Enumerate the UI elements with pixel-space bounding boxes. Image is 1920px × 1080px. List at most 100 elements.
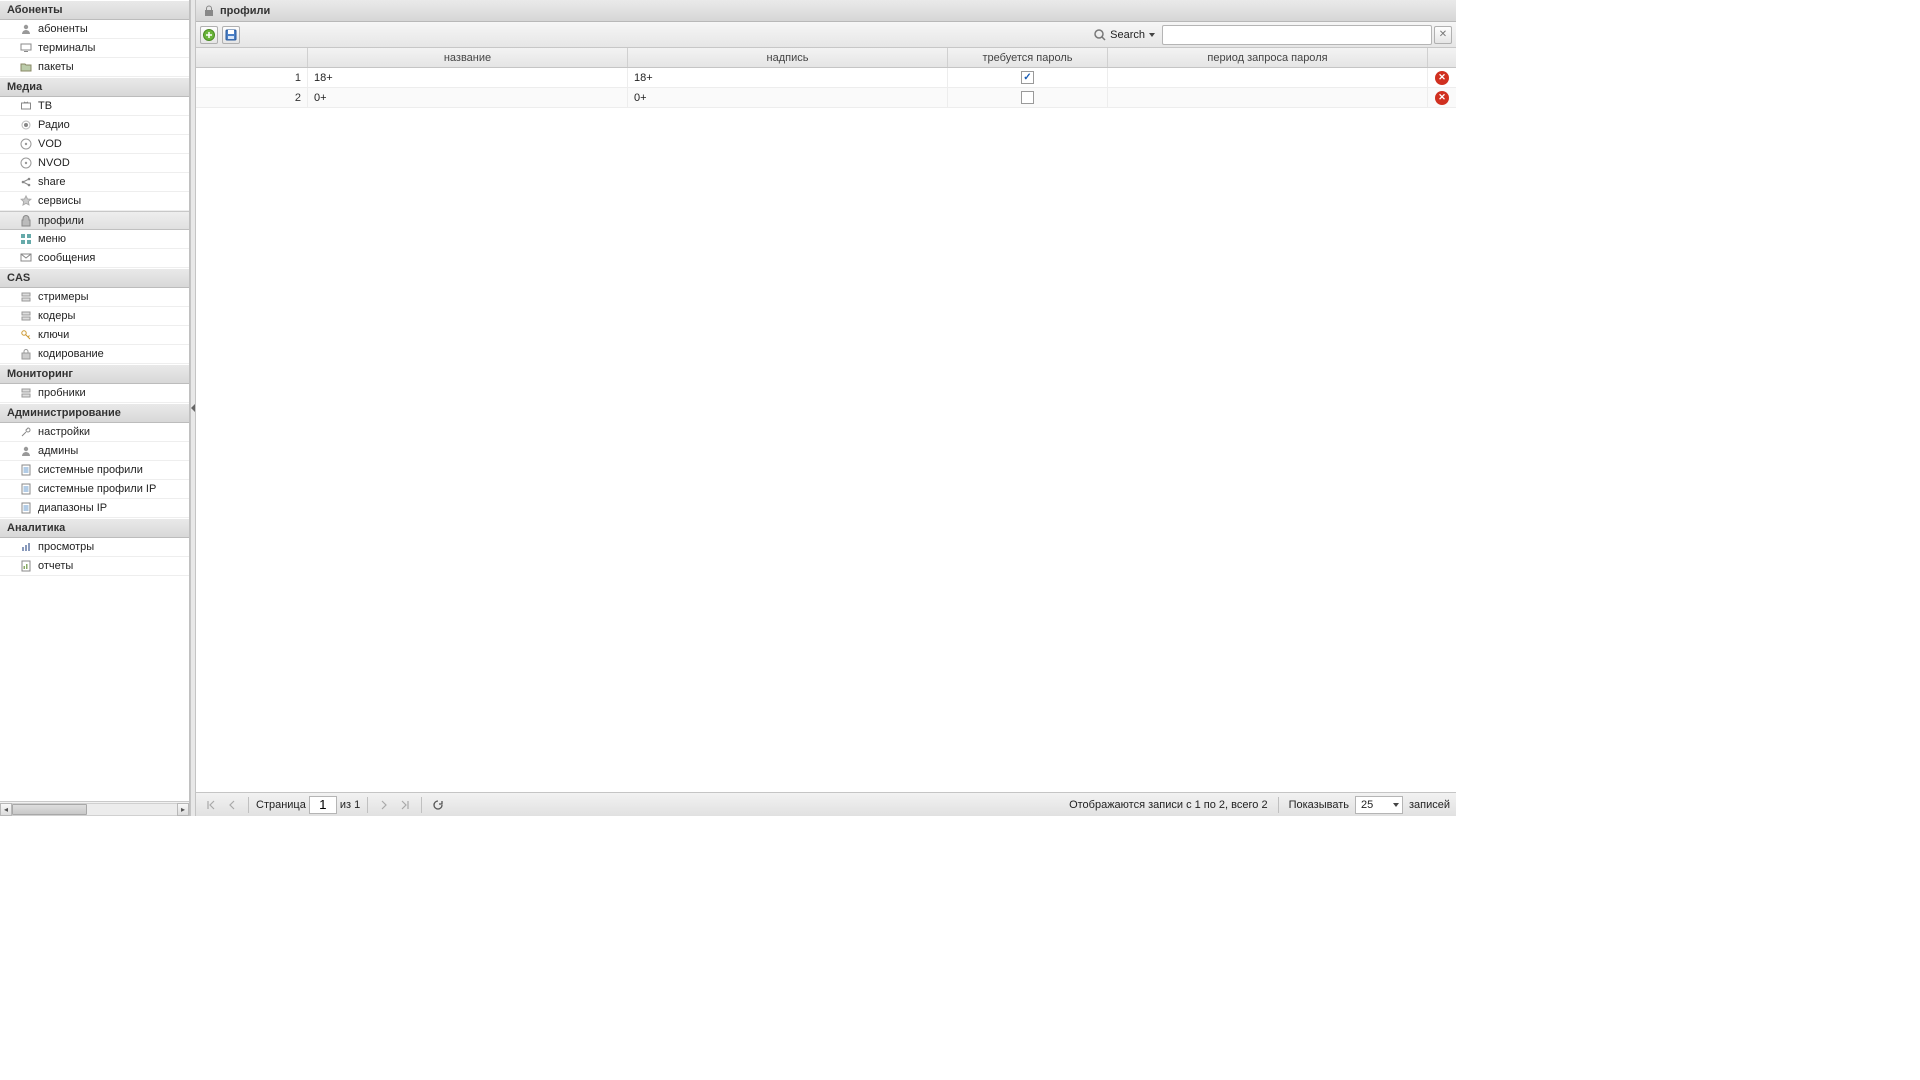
col-number[interactable] bbox=[196, 48, 308, 67]
cell-name[interactable]: 18+ bbox=[308, 68, 628, 87]
sidebar-item[interactable]: Радио bbox=[0, 116, 189, 135]
sidebar-item[interactable]: профили bbox=[0, 211, 189, 230]
save-button[interactable] bbox=[222, 26, 240, 44]
sidebar-item[interactable]: ключи bbox=[0, 326, 189, 345]
server-icon bbox=[18, 385, 34, 401]
chevron-down-icon bbox=[1393, 803, 1399, 807]
cell-name[interactable]: 0+ bbox=[308, 88, 628, 107]
sidebar-item[interactable]: абоненты bbox=[0, 20, 189, 39]
grid-body: 118+18+✕20+0+✕ bbox=[196, 68, 1456, 792]
msg-icon bbox=[18, 250, 34, 266]
sidebar-item[interactable]: админы bbox=[0, 442, 189, 461]
sidebar-item[interactable]: кодеры bbox=[0, 307, 189, 326]
checkbox[interactable] bbox=[1021, 91, 1034, 104]
scroll-right-button[interactable]: ▸ bbox=[177, 803, 189, 816]
delete-button[interactable]: ✕ bbox=[1435, 91, 1449, 105]
page-input[interactable] bbox=[309, 796, 337, 814]
sidebar-item[interactable]: VOD bbox=[0, 135, 189, 154]
page-size-select[interactable]: 25 bbox=[1355, 796, 1403, 814]
sidebar-item[interactable]: диапазоны IP bbox=[0, 499, 189, 518]
search-input[interactable] bbox=[1162, 25, 1432, 45]
sidebar-item[interactable]: сервисы bbox=[0, 192, 189, 211]
last-page-button[interactable] bbox=[396, 796, 414, 814]
sidebar: Абоненты абоненты терминалы пакеты МедиаТВРа… bbox=[0, 0, 190, 816]
lock-icon bbox=[18, 213, 34, 229]
sidebar-item-label: пакеты bbox=[38, 61, 185, 73]
sidebar-item-label: диапазоны IP bbox=[38, 502, 185, 514]
sidebar-item[interactable]: кодирование bbox=[0, 345, 189, 364]
cell-password-period[interactable] bbox=[1108, 88, 1428, 107]
col-password-required[interactable]: требуется пароль bbox=[948, 48, 1108, 67]
col-caption[interactable]: надпись bbox=[628, 48, 948, 67]
sidebar-item[interactable]: стримеры bbox=[0, 288, 189, 307]
sidebar-item[interactable]: отчеты bbox=[0, 557, 189, 576]
cell-number: 1 bbox=[196, 68, 308, 87]
checkbox[interactable] bbox=[1021, 71, 1034, 84]
sidebar-item-label: настройки bbox=[38, 426, 185, 438]
table-row[interactable]: 20+0+✕ bbox=[196, 88, 1456, 108]
sidebar-item-label: абоненты bbox=[38, 23, 185, 35]
refresh-button[interactable] bbox=[429, 796, 447, 814]
sidebar-item[interactable]: ТВ bbox=[0, 97, 189, 116]
delete-button[interactable]: ✕ bbox=[1435, 71, 1449, 85]
search-clear-button[interactable]: ✕ bbox=[1434, 26, 1452, 44]
cell-password-required[interactable] bbox=[948, 68, 1108, 87]
table-row[interactable]: 118+18+✕ bbox=[196, 68, 1456, 88]
sidebar-collapse-handle[interactable] bbox=[190, 0, 196, 816]
monitor-icon bbox=[18, 40, 34, 56]
scroll-thumb[interactable] bbox=[12, 804, 87, 815]
paging-toolbar: Страница из 1 Отображаются записи с 1 по… bbox=[196, 792, 1456, 816]
add-button[interactable] bbox=[200, 26, 218, 44]
nav-group-header[interactable]: Мониторинг bbox=[0, 364, 189, 384]
tv-icon bbox=[18, 98, 34, 114]
sidebar-item[interactable]: сообщения bbox=[0, 249, 189, 268]
records-label: записей bbox=[1409, 799, 1450, 811]
prev-page-button[interactable] bbox=[223, 796, 241, 814]
grid-header: название надпись требуется пароль период… bbox=[196, 48, 1456, 68]
chevron-down-icon bbox=[1149, 33, 1155, 37]
sidebar-item[interactable]: пакеты bbox=[0, 58, 189, 77]
nav-group-header[interactable]: Аналитика bbox=[0, 518, 189, 538]
sidebar-item[interactable]: share bbox=[0, 173, 189, 192]
sidebar-item-label: системные профили IP bbox=[38, 483, 185, 495]
sidebar-item[interactable]: NVOD bbox=[0, 154, 189, 173]
cell-caption[interactable]: 18+ bbox=[628, 68, 948, 87]
report-icon bbox=[18, 558, 34, 574]
sidebar-item-label: системные профили bbox=[38, 464, 185, 476]
cell-caption[interactable]: 0+ bbox=[628, 88, 948, 107]
nav-group-header[interactable]: Абоненты bbox=[0, 0, 189, 20]
cell-password-period[interactable] bbox=[1108, 68, 1428, 87]
col-name[interactable]: название bbox=[308, 48, 628, 67]
sidebar-item-label: share bbox=[38, 176, 185, 188]
next-page-icon bbox=[378, 799, 390, 811]
chevron-left-icon bbox=[191, 404, 195, 412]
nav-group-header[interactable]: CAS bbox=[0, 268, 189, 288]
sidebar-item-label: стримеры bbox=[38, 291, 185, 303]
sidebar-item[interactable]: системные профили bbox=[0, 461, 189, 480]
sidebar-item-label: админы bbox=[38, 445, 185, 457]
col-password-period[interactable]: период запроса пароля bbox=[1108, 48, 1428, 67]
sidebar-item[interactable]: системные профили IP bbox=[0, 480, 189, 499]
user-icon bbox=[18, 443, 34, 459]
sidebar-item[interactable]: просмотры bbox=[0, 538, 189, 557]
sidebar-item[interactable]: меню bbox=[0, 230, 189, 249]
sidebar-item[interactable]: пробники bbox=[0, 384, 189, 403]
sidebar-item[interactable]: настройки bbox=[0, 423, 189, 442]
sidebar-item[interactable]: терминалы bbox=[0, 39, 189, 58]
nav-group-header[interactable]: Медиа bbox=[0, 77, 189, 97]
main-panel: профили Search ✕ bbox=[196, 0, 1456, 816]
nav-group-header[interactable]: Администрирование bbox=[0, 403, 189, 423]
search-dropdown-button[interactable]: Search bbox=[1088, 27, 1160, 43]
cell-actions: ✕ bbox=[1428, 68, 1456, 87]
sidebar-item-label: NVOD bbox=[38, 157, 185, 169]
scroll-track[interactable] bbox=[12, 803, 177, 816]
cell-number: 2 bbox=[196, 88, 308, 107]
sidebar-hscrollbar[interactable]: ◂ ▸ bbox=[0, 801, 189, 816]
next-page-button[interactable] bbox=[375, 796, 393, 814]
first-page-button[interactable] bbox=[202, 796, 220, 814]
scroll-left-button[interactable]: ◂ bbox=[0, 803, 12, 816]
cell-password-required[interactable] bbox=[948, 88, 1108, 107]
sidebar-item-label: ключи bbox=[38, 329, 185, 341]
search-label: Search bbox=[1110, 29, 1145, 41]
sidebar-item-label: терминалы bbox=[38, 42, 185, 54]
